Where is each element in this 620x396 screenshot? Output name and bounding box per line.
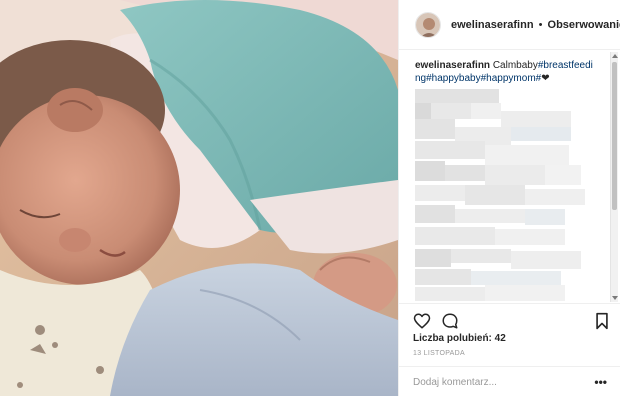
baby-photo-illustration bbox=[0, 0, 398, 396]
comment-icon[interactable] bbox=[441, 312, 459, 330]
scroll-down-arrow-icon[interactable] bbox=[612, 296, 618, 300]
username-link[interactable]: ewelinaserafinn bbox=[451, 19, 534, 31]
header-text: ewelinaserafinn • Obserwowanie bbox=[451, 19, 620, 31]
bookmark-icon[interactable] bbox=[595, 312, 609, 330]
post-side-panel: ewelinaserafinn • Obserwowanie ewelinase… bbox=[398, 0, 620, 396]
post-photo[interactable] bbox=[0, 0, 398, 396]
scroll-thumb[interactable] bbox=[612, 62, 617, 210]
comment-input[interactable] bbox=[413, 375, 573, 389]
comments-area[interactable]: ewelinaserafinn Calmbaby#breastfeeding#h… bbox=[399, 51, 620, 303]
post-date[interactable]: 13 LISTOPADA bbox=[413, 350, 465, 357]
following-button[interactable]: Obserwowanie bbox=[548, 19, 620, 31]
heart-icon[interactable] bbox=[413, 312, 431, 330]
post-actions: Liczba polubień: 42 13 LISTOPADA bbox=[399, 303, 620, 375]
action-icons bbox=[413, 312, 609, 330]
post-header: ewelinaserafinn • Obserwowanie bbox=[399, 0, 620, 50]
scroll-up-arrow-icon[interactable] bbox=[612, 54, 618, 58]
blurred-comments bbox=[415, 89, 595, 303]
caption-username[interactable]: ewelinaserafinn bbox=[415, 60, 490, 71]
caption: ewelinaserafinn Calmbaby#breastfeeding#h… bbox=[415, 59, 595, 85]
heart-emoji: ❤ bbox=[541, 73, 550, 84]
more-options-icon[interactable]: ••• bbox=[594, 375, 607, 389]
likes-count[interactable]: Liczba polubień: 42 bbox=[413, 333, 506, 344]
add-comment-section: ••• bbox=[399, 366, 620, 396]
separator-dot: • bbox=[538, 18, 543, 31]
avatar[interactable] bbox=[415, 11, 441, 38]
caption-text: Calmbaby bbox=[492, 60, 538, 71]
comments-scrollbar[interactable] bbox=[610, 52, 618, 302]
